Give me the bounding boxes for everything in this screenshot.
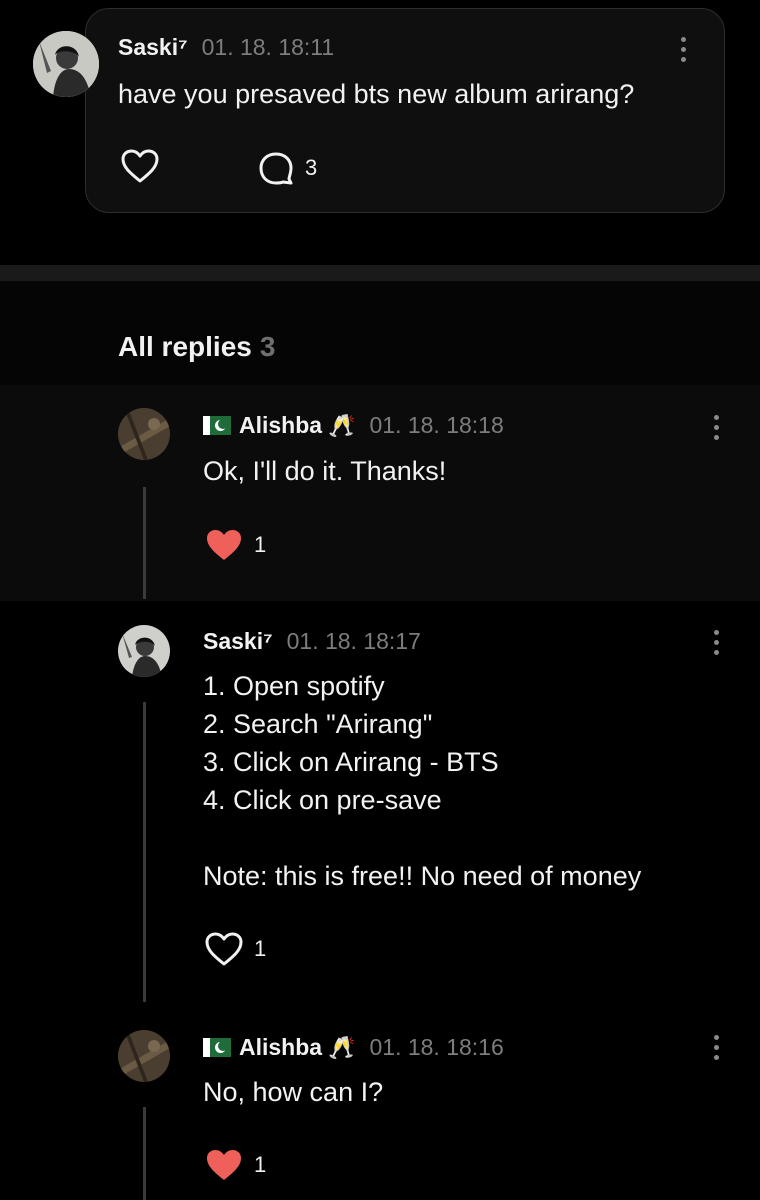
reply-text: Ok, I'll do it. Thanks!: [203, 456, 447, 486]
reply-author-text: Alishba: [239, 1034, 323, 1060]
reply-more-kebab-icon[interactable]: [704, 407, 728, 447]
reply-like-count: 1: [254, 1152, 267, 1177]
reply-author-line: Alishba 🥂 01. 18. 18:18: [203, 412, 504, 439]
post-like-button[interactable]: [120, 148, 160, 184]
reply-like-count: 1: [254, 532, 267, 557]
reply-like-count: 1: [254, 936, 267, 961]
post-author-avatar[interactable]: [33, 31, 99, 97]
reply-more-kebab-icon[interactable]: [704, 1027, 728, 1067]
thread-line: [143, 487, 146, 599]
heart-filled-icon: [207, 530, 241, 560]
heart-outline-icon: [205, 932, 243, 966]
pakistan-flag-icon: [203, 1038, 231, 1057]
reply-author-line: Saski⁷ 01. 18. 18:17: [203, 628, 421, 655]
clinking-glasses-emoji: 🥂: [328, 413, 356, 438]
post-more-kebab-icon[interactable]: [671, 29, 695, 69]
replies-header: All replies 3: [118, 331, 275, 363]
replies-header-count: 3: [259, 331, 276, 362]
thread-line: [143, 1107, 146, 1200]
reply-author-line: Alishba 🥂 01. 18. 18:16: [203, 1034, 504, 1061]
post-timestamp: 01. 18. 18:11: [201, 34, 335, 60]
reply-text: No, how can I?: [203, 1077, 384, 1107]
section-divider: [0, 265, 760, 281]
reply-author-name[interactable]: Alishba 🥂: [203, 1034, 355, 1061]
reply-author-name[interactable]: Saski⁷: [203, 628, 273, 655]
reply-timestamp: 01. 18. 18:16: [369, 1034, 504, 1060]
reply-timestamp: 01. 18. 18:17: [286, 628, 421, 654]
post-text: have you presaved bts new album arirang?: [118, 79, 635, 109]
replies-header-bg: [0, 281, 760, 385]
heart-filled-icon: [207, 1150, 241, 1180]
reply-timestamp: 01. 18. 18:18: [369, 412, 504, 438]
reply-like-button[interactable]: 1: [204, 931, 266, 967]
reply-avatar-saski[interactable]: [118, 625, 170, 677]
heart-outline-icon: [121, 149, 159, 183]
replies-header-label: All replies: [118, 331, 252, 362]
reply-author-text: Alishba: [239, 412, 323, 438]
post-author-name[interactable]: Saski⁷: [118, 34, 188, 61]
post-comment-button[interactable]: 3: [257, 150, 317, 186]
thread-line: [143, 702, 146, 1002]
speech-bubble-icon: [259, 152, 293, 185]
reply-author-name[interactable]: Alishba 🥂: [203, 412, 355, 439]
reply-text: 1. Open spotify 2. Search "Arirang" 3. C…: [203, 671, 642, 891]
post-comment-count: 3: [305, 155, 318, 180]
reply-like-button[interactable]: 1: [204, 1147, 266, 1183]
reply-avatar-alishba[interactable]: [118, 1030, 170, 1082]
post-author-line: Saski⁷ 01. 18. 18:11: [118, 34, 334, 61]
reply-avatar-alishba[interactable]: [118, 408, 170, 460]
reply-like-button[interactable]: 1: [204, 527, 266, 563]
pakistan-flag-icon: [203, 416, 231, 435]
thread-page: Saski⁷ 01. 18. 18:11 have you presaved b…: [0, 0, 760, 1200]
reply-more-kebab-icon[interactable]: [704, 622, 728, 662]
clinking-glasses-emoji: 🥂: [328, 1035, 356, 1060]
